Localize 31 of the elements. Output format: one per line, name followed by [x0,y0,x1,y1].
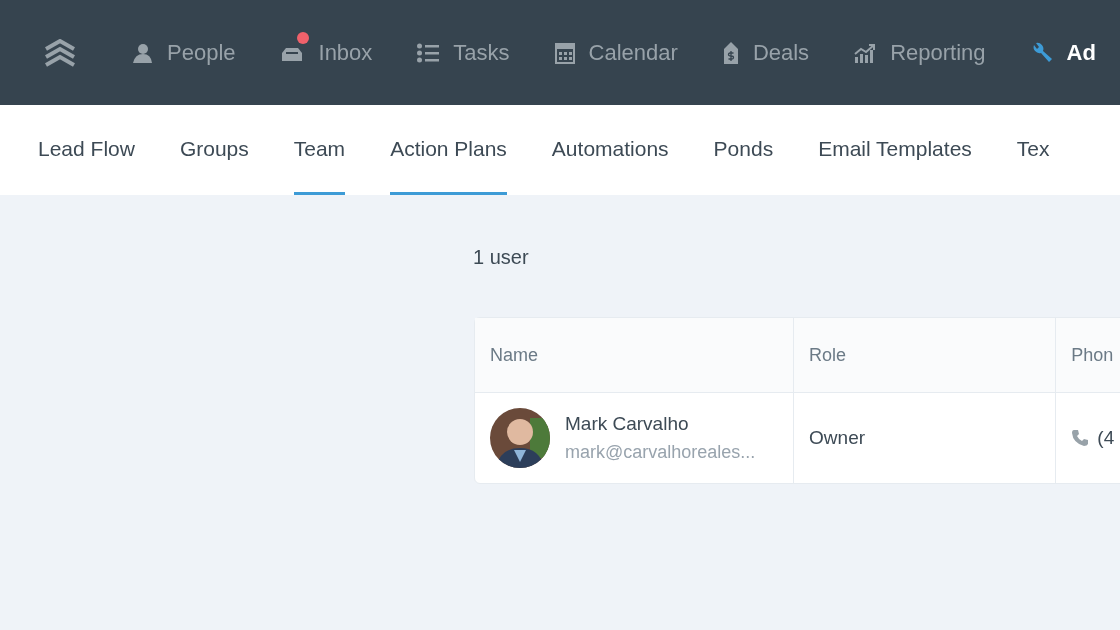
person-icon [131,42,153,63]
phone-icon [1071,429,1090,447]
logo-icon[interactable] [44,38,76,67]
tab[interactable]: Lead Flow [38,105,135,195]
nav-item[interactable]: Inbox [280,36,373,69]
tab[interactable]: Action Plans [390,105,507,195]
price-tag-icon [722,41,739,64]
chart-growth-icon [854,42,877,63]
nav-item[interactable]: People [131,36,236,69]
user-email: mark@carvalhoreales... [565,440,756,464]
column-header: Name [475,318,795,392]
nav-item[interactable]: Ad [1030,36,1096,69]
calendar-icon [554,41,575,64]
list-icon [417,42,440,63]
column-header: Role [794,318,1057,392]
tab[interactable]: Tex [1016,105,1050,195]
role-cell: Owner [794,393,1057,483]
tab[interactable]: Groups [179,105,249,195]
nav-item[interactable]: Calendar [554,36,678,69]
nav-item[interactable]: Reporting [854,36,986,69]
user-count: 1 user [473,245,529,270]
avatar [490,408,550,468]
nav-item[interactable]: Tasks [417,36,510,69]
user-name: Mark Carvalho [565,412,690,437]
column-header: Phon [1070,343,1115,367]
tab[interactable]: Automations [551,105,669,195]
tab[interactable]: Email Templates [818,105,972,195]
tab[interactable]: Team [293,105,346,195]
phone-number: (4 [1097,425,1115,450]
nav-item[interactable]: Deals [722,36,810,69]
tab[interactable]: Ponds [713,105,774,195]
